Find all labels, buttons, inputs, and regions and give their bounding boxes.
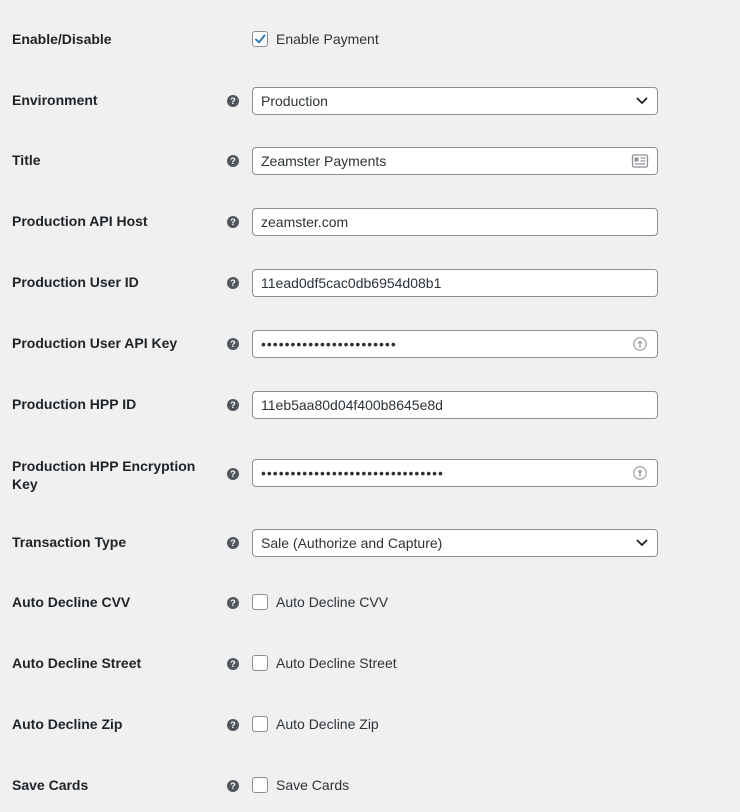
save-cards-checkbox-label[interactable]: Save Cards [276, 776, 349, 794]
chevron-down-icon [636, 539, 648, 546]
hpp-id-input[interactable]: 11eb5aa80d04f400b8645e8d [252, 391, 658, 419]
hpp-key-password-input[interactable]: ••••••••••••••••••••••••••••••• [252, 459, 658, 487]
user-id-label: Production User ID [12, 274, 139, 290]
decline-street-checkbox-label[interactable]: Auto Decline Street [276, 654, 397, 672]
environment-select-value: Production [261, 93, 328, 109]
question-circle-icon[interactable]: ? [227, 719, 239, 731]
chevron-down-icon [636, 97, 648, 104]
api-host-input-value: zeamster.com [261, 214, 349, 230]
api-host-input[interactable]: zeamster.com [252, 208, 658, 236]
question-circle-icon[interactable]: ? [227, 468, 239, 480]
decline-zip-checkbox[interactable] [252, 716, 268, 732]
key-manager-icon[interactable] [631, 465, 649, 481]
decline-zip-label: Auto Decline Zip [12, 716, 123, 732]
decline-cvv-checkbox[interactable] [252, 594, 268, 610]
hpp-id-label: Production HPP ID [12, 396, 137, 412]
question-circle-icon[interactable]: ? [227, 95, 239, 107]
transaction-type-select-value: Sale (Authorize and Capture) [261, 535, 443, 551]
question-circle-icon[interactable]: ? [227, 155, 239, 167]
checkmark-icon [255, 34, 266, 44]
decline-cvv-checkbox-label[interactable]: Auto Decline CVV [276, 593, 388, 611]
question-circle-icon[interactable]: ? [227, 338, 239, 350]
question-circle-icon[interactable]: ? [227, 216, 239, 228]
api-host-label: Production API Host [12, 213, 148, 229]
decline-zip-checkbox-label[interactable]: Auto Decline Zip [276, 715, 379, 733]
question-circle-icon[interactable]: ? [227, 658, 239, 670]
question-circle-icon[interactable]: ? [227, 399, 239, 411]
user-api-key-masked-value: ••••••••••••••••••••••• [261, 336, 397, 352]
enable-disable-label: Enable/Disable [12, 31, 112, 47]
transaction-type-select[interactable]: Sale (Authorize and Capture) [252, 529, 658, 557]
transaction-type-label: Transaction Type [12, 534, 127, 550]
user-api-key-label: Production User API Key [12, 335, 178, 351]
question-circle-icon[interactable]: ? [227, 780, 239, 792]
contact-card-icon[interactable] [631, 153, 649, 169]
decline-street-label: Auto Decline Street [12, 655, 142, 671]
user-id-input[interactable]: 11ead0df5cac0db6954d08b1 [252, 269, 658, 297]
user-id-input-value: 11ead0df5cac0db6954d08b1 [261, 275, 442, 291]
save-cards-label: Save Cards [12, 777, 89, 793]
hpp-id-input-value: 11eb5aa80d04f400b8645e8d [261, 397, 443, 413]
question-circle-icon[interactable]: ? [227, 597, 239, 609]
enable-payment-checkbox-label[interactable]: Enable Payment [276, 30, 379, 48]
question-circle-icon[interactable]: ? [227, 537, 239, 549]
title-label: Title [12, 152, 41, 168]
environment-label: Environment [12, 92, 98, 108]
user-api-key-password-input[interactable]: ••••••••••••••••••••••• [252, 330, 658, 358]
save-cards-checkbox[interactable] [252, 777, 268, 793]
title-input-value: Zeamster Payments [261, 153, 387, 169]
title-input[interactable]: Zeamster Payments [252, 147, 658, 175]
hpp-key-masked-value: ••••••••••••••••••••••••••••••• [261, 465, 444, 481]
decline-street-checkbox[interactable] [252, 655, 268, 671]
question-circle-icon[interactable]: ? [227, 277, 239, 289]
key-manager-icon[interactable] [631, 336, 649, 352]
decline-cvv-label: Auto Decline CVV [12, 594, 131, 610]
enable-payment-checkbox[interactable] [252, 31, 268, 47]
hpp-key-label: Production HPP Encryption Key [12, 458, 196, 492]
environment-select[interactable]: Production [252, 87, 658, 115]
